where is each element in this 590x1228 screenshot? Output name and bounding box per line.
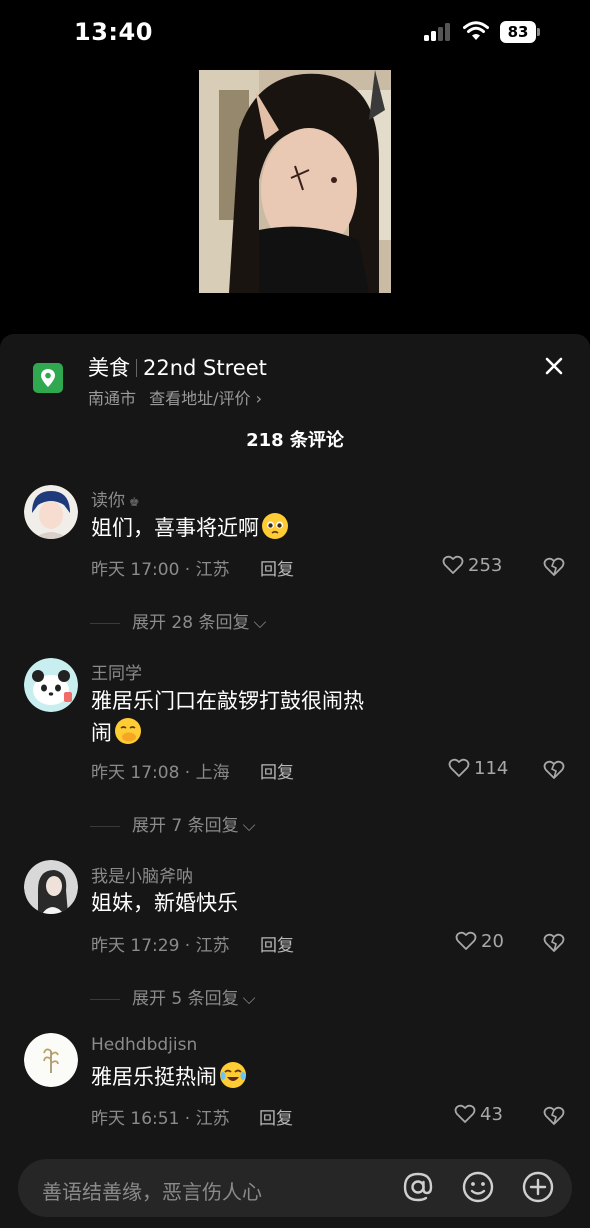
comment-text: 姐妹，新婚快乐 — [91, 891, 238, 915]
poi-link[interactable]: 查看地址/评价 › — [149, 389, 262, 408]
chevron-down-icon: ⌵ — [242, 989, 256, 1009]
reply-button[interactable]: 回复 — [260, 758, 294, 783]
like-count: 43 — [480, 1104, 503, 1125]
map-pin-icon — [33, 363, 63, 393]
expand-divider — [90, 825, 120, 827]
status-bar: 13:40 83 — [0, 0, 590, 66]
cellular-signal-icon — [424, 23, 452, 41]
comment-username[interactable]: 读你 ♚ — [91, 486, 140, 511]
avatar[interactable] — [24, 485, 78, 539]
comment-username[interactable]: Hedhdbdjisn — [91, 1035, 197, 1055]
poi-title[interactable]: 美食 22nd Street — [88, 352, 267, 382]
hand-over-mouth-emoji — [115, 718, 141, 744]
expand-replies-button[interactable]: 展开 7 条回复 ⌵ — [90, 811, 256, 836]
status-time: 13:40 — [74, 18, 153, 46]
plus-circle-icon[interactable] — [520, 1169, 556, 1205]
heart-icon — [455, 931, 477, 950]
comment-text: 姐们，喜事将近啊 — [91, 512, 391, 544]
comment-time: 昨天 17:29 · 江苏 — [91, 936, 230, 956]
poi-city: 南通市 — [88, 389, 137, 408]
like-button[interactable]: 20 — [455, 931, 504, 952]
heart-icon — [454, 1104, 476, 1123]
battery-cap — [537, 28, 540, 36]
comment-username[interactable]: 我是小脑斧呐 — [91, 862, 193, 887]
comment-time: 昨天 17:08 · 上海 — [91, 763, 230, 783]
reply-button[interactable]: 回复 — [260, 555, 294, 580]
like-button[interactable]: 43 — [454, 1104, 503, 1125]
comment-text: 雅居乐挺热闹 — [91, 1061, 391, 1093]
like-count: 20 — [481, 931, 504, 952]
like-button[interactable]: 114 — [448, 758, 508, 779]
pleading-face-emoji — [262, 513, 288, 539]
avatar[interactable] — [24, 1033, 78, 1087]
at-icon[interactable] — [400, 1169, 436, 1205]
avatar[interactable] — [24, 860, 78, 914]
broken-heart-icon[interactable] — [543, 1105, 565, 1127]
avatar[interactable] — [24, 658, 78, 712]
reply-button[interactable]: 回复 — [260, 931, 294, 956]
wifi-icon — [463, 21, 489, 40]
poi-category: 美食 — [88, 356, 130, 380]
poi-divider — [136, 359, 137, 377]
comments-sheet — [0, 334, 590, 1228]
chevron-down-icon: ⌵ — [253, 613, 267, 633]
comment-input-bar[interactable]: 善语结善缘，恶言伤人心 — [18, 1159, 572, 1217]
comment-text: 雅居乐门口在敲锣打鼓很闹热闹 — [91, 689, 364, 745]
broken-heart-icon[interactable] — [543, 556, 565, 578]
like-button[interactable]: 253 — [442, 555, 502, 576]
comment-time: 昨天 17:00 · 江苏 — [91, 560, 230, 580]
broken-heart-icon[interactable] — [543, 759, 565, 781]
chevron-down-icon: ⌵ — [242, 816, 256, 836]
smiley-icon[interactable] — [460, 1169, 496, 1205]
broken-heart-icon[interactable] — [543, 932, 565, 954]
video-thumbnail[interactable] — [199, 70, 391, 293]
expand-replies-button[interactable]: 展开 5 条回复 ⌵ — [90, 984, 256, 1009]
like-count: 253 — [468, 555, 503, 576]
comment-input[interactable]: 善语结善缘，恶言伤人心 — [42, 1176, 262, 1205]
comment-time: 昨天 16:51 · 江苏 — [91, 1109, 230, 1129]
poi-name: 22nd Street — [143, 356, 267, 380]
expand-replies-button[interactable]: 展开 28 条回复 ⌵ — [90, 608, 266, 633]
expand-divider — [90, 622, 120, 624]
reply-button[interactable]: 回复 — [259, 1104, 293, 1129]
expand-divider — [90, 998, 120, 1000]
close-icon[interactable] — [540, 352, 568, 380]
comment-username[interactable]: 王同学 — [91, 659, 142, 684]
heart-icon — [442, 555, 464, 574]
tears-of-joy-emoji — [220, 1062, 246, 1088]
like-count: 114 — [474, 758, 509, 779]
heart-icon — [448, 758, 470, 777]
battery-indicator: 83 — [500, 21, 536, 43]
comments-count: 218 条评论 — [246, 430, 344, 451]
poi-subtitle[interactable]: 南通市 查看地址/评价 › — [88, 385, 262, 409]
